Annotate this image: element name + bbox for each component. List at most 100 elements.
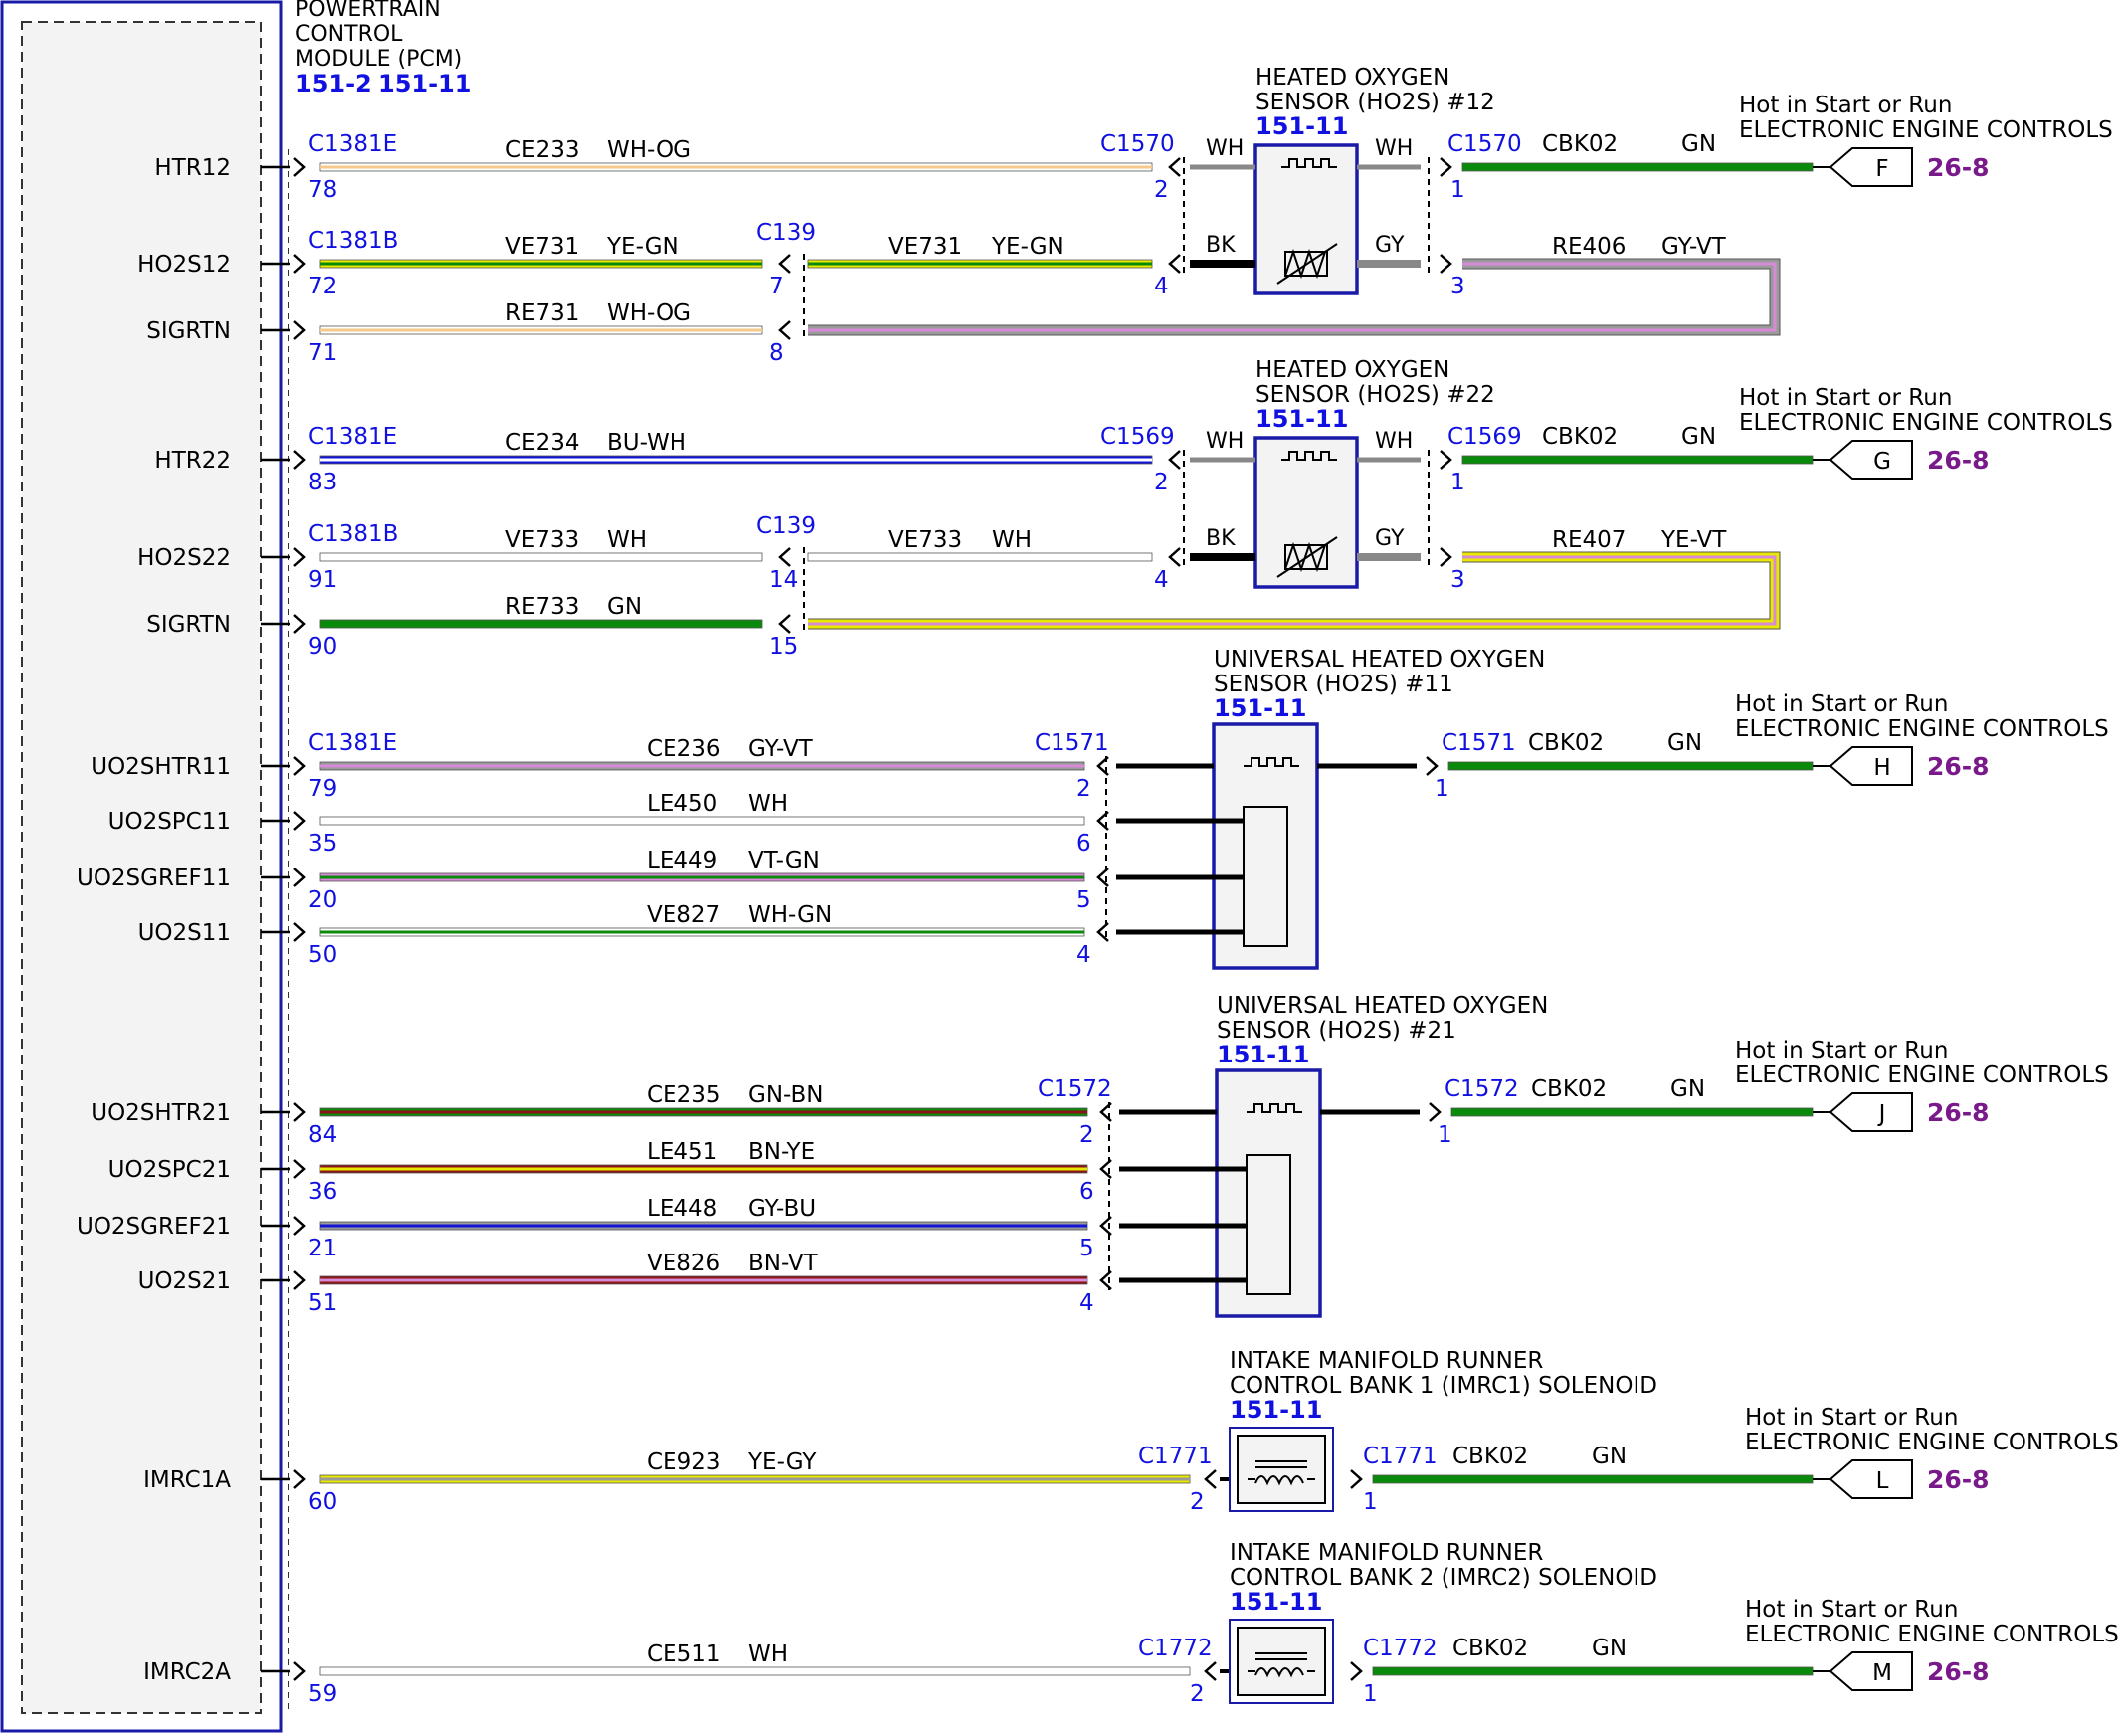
inline-pin-number: 15	[769, 634, 798, 660]
pcm-terminal-arrow	[293, 1270, 306, 1290]
pcm-pin-number: 78	[308, 177, 337, 203]
sensor-connector-id: C1772	[1138, 1636, 1213, 1661]
pcm-ref-link: 151-11	[378, 70, 471, 97]
pcm-terminal-arrow	[293, 1159, 306, 1179]
circuit-id: CE236	[647, 736, 721, 762]
sensor-pin-number: 2	[1190, 1489, 1205, 1515]
circuit-id: CE234	[505, 430, 580, 456]
sensor-pin-number: 6	[1079, 1179, 1094, 1205]
circuit-color-code: WH	[992, 527, 1032, 553]
pcm-terminal-arrow	[293, 1469, 306, 1489]
sensor-connector-id: C1570	[1100, 131, 1175, 157]
power-label-top: Hot in Start or Run	[1735, 691, 1948, 717]
circuit-id: RE733	[505, 594, 579, 620]
pcm-pin-name: HTR22	[154, 448, 231, 474]
power-circuit-id: CBK02	[1542, 131, 1618, 157]
circuit-wire-stripe	[320, 458, 1152, 462]
power-feed-wire	[1372, 1666, 1814, 1676]
sensor-connector-arrow	[1429, 1102, 1442, 1122]
pcm-pin-number: 59	[308, 1681, 337, 1707]
sensor-connector-id: C1771	[1363, 1444, 1438, 1469]
off-page-connector	[1829, 1651, 1913, 1691]
pcm-title-line: POWERTRAIN	[295, 0, 441, 22]
pcm-pin-number: 60	[308, 1489, 337, 1515]
circuit-color-code: YE-VT	[1660, 527, 1727, 553]
power-ref-link: 26-8	[1927, 1465, 1990, 1494]
pcm-terminal-arrow	[293, 450, 306, 470]
off-page-connector	[1829, 1459, 1913, 1499]
pcm-pin-name: UO2S21	[138, 1268, 231, 1294]
pcm-terminal-arrow	[293, 756, 306, 776]
sensor-connector-arrow	[1096, 811, 1109, 831]
circuit-color-code: BN-VT	[748, 1251, 819, 1276]
circuit-wire	[319, 552, 763, 562]
sensor-ref-link: 151-11	[1230, 1396, 1322, 1424]
diagram-canvas: POWERTRAINCONTROLMODULE (PCM)151-2 151-11…	[0, 0, 2119, 1733]
pigtail-color-label: WH	[1375, 136, 1413, 161]
sensor-pin-number: 5	[1079, 1236, 1094, 1261]
power-feed-wire	[1461, 455, 1814, 465]
pigtail-color-label: BK	[1206, 526, 1236, 551]
sensor-ref-link: 151-11	[1230, 1588, 1322, 1616]
pcm-terminal-arrow	[293, 868, 306, 887]
sensor-name-line: HEATED OXYGEN	[1255, 357, 1449, 383]
circuit-wire-stripe	[808, 262, 1152, 266]
off-page-connector	[1829, 1092, 1913, 1132]
circuit-id: VE733	[505, 527, 579, 553]
pcm-pin-number: 20	[308, 887, 337, 913]
sensor-connector-id: C1569	[1100, 424, 1175, 450]
circuit-color-code: GY-VT	[1661, 234, 1727, 260]
circuit-id: LE449	[647, 848, 717, 873]
sensor-ref-link: 151-11	[1217, 1041, 1309, 1068]
sensor-pin-number: 2	[1154, 470, 1169, 495]
power-label-bottom: ELECTRONIC ENGINE CONTROLS	[1745, 1430, 2119, 1455]
circuit-color-code: GY-VT	[748, 736, 814, 762]
pcm-pin-name: IMRC2A	[143, 1659, 231, 1685]
circuit-id: VE733	[888, 527, 962, 553]
off-page-letter: J	[1877, 1101, 1886, 1127]
sensor-connector-arrow	[1204, 1469, 1217, 1489]
sensor-name-line: INTAKE MANIFOLD RUNNER	[1230, 1348, 1543, 1374]
inline-connector-arrow	[778, 547, 791, 567]
circuit-id: LE450	[647, 791, 717, 817]
sensor-pin-number: 2	[1076, 776, 1091, 802]
pcm-pin-number: 50	[308, 942, 337, 968]
sensor-connector-arrow	[1204, 1661, 1217, 1681]
power-label-top: Hot in Start or Run	[1745, 1597, 1958, 1623]
pcm-pin-number: 84	[308, 1122, 337, 1148]
sensor-name-line: INTAKE MANIFOLD RUNNER	[1230, 1540, 1543, 1566]
power-circuit-id: CBK02	[1452, 1636, 1528, 1661]
pcm-pin-name: UO2SPC21	[108, 1157, 231, 1183]
off-page-letter: M	[1872, 1660, 1892, 1686]
inline-connector-id: C139	[756, 220, 816, 246]
pcm-pin-name: HO2S22	[137, 545, 231, 571]
off-page-connector	[1829, 440, 1913, 480]
sensor-pin-number: 4	[1079, 1290, 1094, 1316]
circuit-color-code: GN	[607, 594, 642, 620]
off-page-connector	[1829, 147, 1913, 187]
inline-pin-number: 7	[769, 274, 784, 299]
circuit-id: VE827	[647, 902, 720, 928]
wiring-diagram: POWERTRAIN CONTROL MODULE (PCM) 151-2 151-11…	[0, 0, 2119, 1736]
pcm-pin-number: 72	[308, 274, 337, 299]
circuit-wire-stripe	[320, 262, 762, 266]
circuit-wire	[319, 619, 763, 629]
sensor-name-line: HEATED OXYGEN	[1255, 65, 1449, 91]
circuit-wire-stripe	[320, 1167, 1087, 1171]
circuit-id: VE731	[505, 234, 579, 260]
sensor-connector-id: C1570	[1447, 131, 1522, 157]
pcm-connector-id: C1381E	[308, 730, 397, 756]
circuit-color-code: GN-BN	[748, 1082, 824, 1108]
pcm-pin-name: UO2SGREF21	[77, 1214, 231, 1240]
power-ref-link: 26-8	[1927, 1657, 1990, 1686]
sensor-connector-id: C1771	[1138, 1444, 1213, 1469]
pcm-terminal-arrow	[293, 922, 306, 942]
pcm-pin-number: 36	[308, 1179, 337, 1205]
circuit-id: LE448	[647, 1196, 717, 1222]
circuit-id: RE406	[1552, 234, 1626, 260]
circuit-wire	[319, 816, 1085, 826]
sensor-pin-number: 4	[1154, 274, 1169, 299]
sensor-connector-arrow	[1099, 1102, 1112, 1122]
circuit-wire-stripe	[320, 165, 1152, 169]
inline-connector-id: C139	[756, 513, 816, 539]
